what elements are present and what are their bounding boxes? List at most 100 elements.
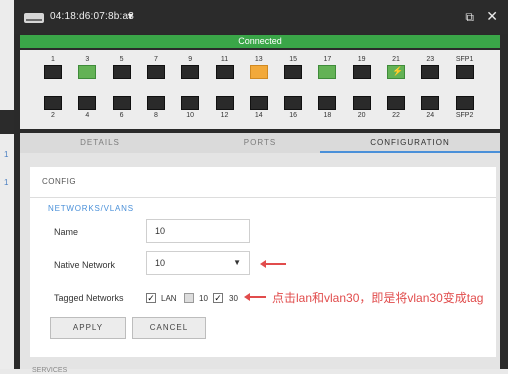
port-23[interactable]: 23 (413, 56, 447, 81)
port-13[interactable]: 13 (242, 56, 276, 81)
port-label: 2 (51, 112, 55, 119)
port-SFP2[interactable]: SFP2 (448, 94, 482, 119)
native-network-value: 10 (155, 258, 166, 268)
networks-vlans-title: NETWORKS/VLANS (48, 204, 134, 213)
tagged-10-label: 10 (199, 294, 208, 303)
tab-bar: DETAILS PORTS CONFIGURATION (20, 133, 500, 153)
popout-icon[interactable]: ⧉ (465, 10, 474, 25)
tagged-networks-label: Tagged Networks (54, 293, 124, 303)
name-input[interactable]: 10 (146, 219, 250, 243)
port-19[interactable]: 19 (345, 56, 379, 81)
tagged-30-checkbox[interactable]: ✓ (213, 293, 223, 303)
apply-button[interactable]: APPLY (50, 317, 126, 339)
close-icon[interactable]: ✕ (486, 8, 498, 25)
native-network-label: Native Network (54, 260, 116, 270)
tab-configuration[interactable]: CONFIGURATION (320, 133, 500, 153)
port-indicator (249, 65, 268, 79)
port-label: SFP1 (455, 56, 474, 63)
port-indicator (455, 96, 474, 110)
port-indicator (112, 65, 131, 79)
port-indicator (387, 96, 405, 110)
port-label: 17 (323, 56, 332, 63)
tab-details[interactable]: DETAILS (20, 133, 180, 153)
port-6[interactable]: 6 (105, 94, 139, 119)
port-8[interactable]: 8 (139, 94, 173, 119)
port-5[interactable]: 5 (105, 56, 139, 81)
port-4[interactable]: 4 (70, 94, 104, 119)
port-label: 22 (392, 112, 400, 119)
port-SFP1[interactable]: SFP1 (448, 56, 482, 81)
annotation-text: 点击lan和vlan30，即是将vlan30变成tag (272, 291, 484, 305)
port-14[interactable]: 14 (242, 94, 276, 119)
switch-device-icon (24, 13, 44, 23)
chevron-down-icon[interactable]: ▼ (126, 11, 135, 21)
port-indicator (421, 96, 440, 110)
port-label: 10 (186, 112, 195, 119)
annotation-arrow-tagged (244, 293, 266, 301)
port-label: 7 (153, 56, 158, 63)
port-indicator (78, 96, 97, 110)
tab-ports[interactable]: PORTS (180, 133, 340, 153)
background-window-bar (0, 110, 14, 134)
divider (30, 197, 496, 198)
port-10[interactable]: 10 (173, 94, 207, 119)
port-label: 15 (289, 56, 297, 63)
port-label: 16 (289, 112, 297, 119)
port-label: 1 (51, 56, 55, 63)
port-label: 8 (153, 112, 158, 119)
port-indicator (112, 96, 131, 110)
port-1[interactable]: 1 (36, 56, 70, 81)
port-11[interactable]: 11 (208, 56, 242, 81)
port-label: 6 (119, 112, 124, 119)
status-bar: Connected (20, 35, 500, 48)
device-mac-address[interactable]: 04:18:d6:07:8b:a3 (50, 11, 134, 22)
annotation-arrow-native (260, 260, 286, 268)
port-label: 4 (85, 112, 90, 119)
tagged-10-checkbox[interactable] (184, 293, 194, 303)
port-label: 23 (426, 56, 435, 63)
port-22[interactable]: 22 (379, 94, 413, 119)
port-indicator (318, 96, 337, 110)
port-indicator (421, 65, 440, 79)
tagged-lan-checkbox[interactable]: ✓ (146, 293, 156, 303)
port-indicator (215, 96, 234, 110)
background-link-number[interactable]: 1 (4, 150, 8, 159)
port-3[interactable]: 3 (70, 56, 104, 81)
port-17[interactable]: 17 (310, 56, 344, 81)
native-network-select[interactable]: 10 ▼ (146, 251, 250, 275)
port-indicator (181, 65, 200, 79)
background-link-number[interactable]: 1 (4, 178, 8, 187)
port-indicator (284, 96, 303, 110)
port-indicator (44, 96, 62, 110)
port-20[interactable]: 20 (345, 94, 379, 119)
port-12[interactable]: 12 (208, 94, 242, 119)
port-label: 18 (323, 112, 332, 119)
port-indicator (44, 65, 62, 79)
panel-titlebar: 04:18:d6:07:8b:a3 ▼ ⧉ ✕ (14, 0, 508, 34)
port-21[interactable]: 21 ⚡ (379, 56, 413, 81)
port-label: 3 (85, 56, 90, 63)
port-panel: 1 3 5 7 9 11 13 15 17 19 21 ⚡ 23 SFP1 2 4 6 8 10 12 14 16 18 2… (20, 50, 500, 129)
port-indicator (146, 65, 165, 79)
port-7[interactable]: 7 (139, 56, 173, 81)
port-18[interactable]: 18 (310, 94, 344, 119)
device-properties-panel: 04:18:d6:07:8b:a3 ▼ ⧉ ✕ Connected 135791… (14, 0, 508, 374)
config-section-header[interactable]: CONFIG (42, 177, 76, 186)
name-label: Name (54, 227, 79, 237)
port-2[interactable]: 2 (36, 94, 70, 119)
poe-icon: ⚡ (392, 66, 404, 76)
port-9[interactable]: 9 (173, 56, 207, 81)
port-label: 20 (357, 112, 366, 119)
tagged-lan-label: LAN (161, 294, 177, 303)
next-section-header[interactable]: SERVICES (32, 367, 67, 374)
port-indicator (318, 65, 337, 79)
port-indicator (78, 65, 97, 79)
port-indicator: ⚡ (387, 65, 405, 79)
port-24[interactable]: 24 (413, 94, 447, 119)
port-label: 24 (426, 112, 435, 119)
port-16[interactable]: 16 (276, 94, 310, 119)
port-15[interactable]: 15 (276, 56, 310, 81)
cancel-button[interactable]: CANCEL (132, 317, 206, 339)
port-indicator (284, 65, 303, 79)
port-label: 11 (220, 56, 229, 63)
